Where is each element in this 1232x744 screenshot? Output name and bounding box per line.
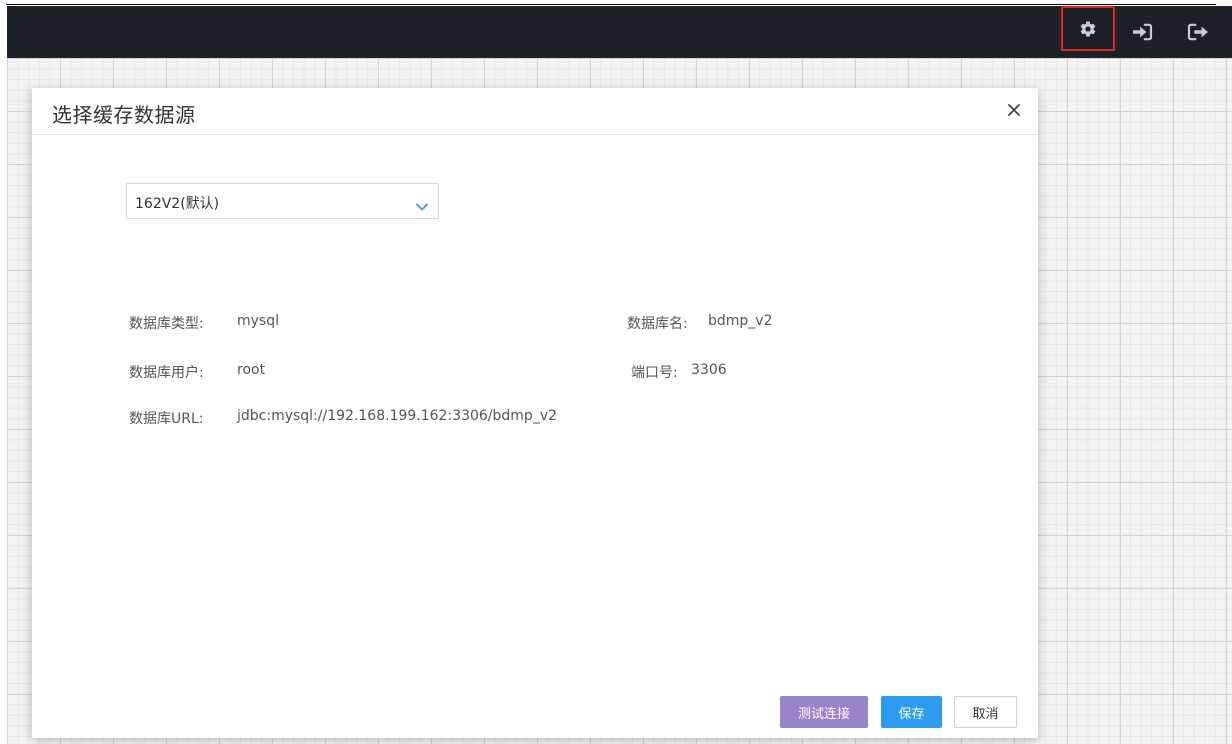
db-type-label: 数据库类型: <box>129 316 204 332</box>
datasource-select[interactable]: 162V2(默认) <box>126 183 439 219</box>
db-type-value: mysql <box>237 313 279 329</box>
cancel-button[interactable]: 取消 <box>954 696 1017 728</box>
dialog-header: 选择缓存数据源 <box>32 88 1038 135</box>
db-name-label: 数据库名: <box>627 316 688 332</box>
dialog-title: 选择缓存数据源 <box>52 103 196 127</box>
gear-icon <box>1079 20 1097 38</box>
top-divider-line <box>6 4 1216 5</box>
select-cache-datasource-dialog: 选择缓存数据源 162V2(默认) 数据库类型: mysql 数据库名: bdm… <box>32 88 1038 738</box>
logout-button[interactable] <box>1178 6 1218 58</box>
db-url-label: 数据库URL: <box>129 411 204 427</box>
chevron-down-icon <box>416 196 428 215</box>
close-icon <box>1007 102 1021 121</box>
login-button[interactable] <box>1122 6 1162 58</box>
db-user-label: 数据库用户: <box>129 365 204 381</box>
port-label: 端口号: <box>631 365 678 381</box>
datasource-select-value: 162V2(默认) <box>135 196 220 212</box>
top-navbar <box>7 6 1232 58</box>
sign-in-icon <box>1131 23 1153 41</box>
test-connection-button[interactable]: 测试连接 <box>780 696 868 728</box>
db-name-value: bdmp_v2 <box>708 313 773 329</box>
db-user-value: root <box>237 362 266 378</box>
port-value: 3306 <box>691 362 727 378</box>
save-button[interactable]: 保存 <box>881 696 942 728</box>
settings-button[interactable] <box>1061 6 1115 51</box>
sign-out-icon <box>1187 23 1209 41</box>
close-button[interactable] <box>1004 101 1024 121</box>
db-url-value: jdbc:mysql://192.168.199.162:3306/bdmp_v… <box>237 408 558 424</box>
